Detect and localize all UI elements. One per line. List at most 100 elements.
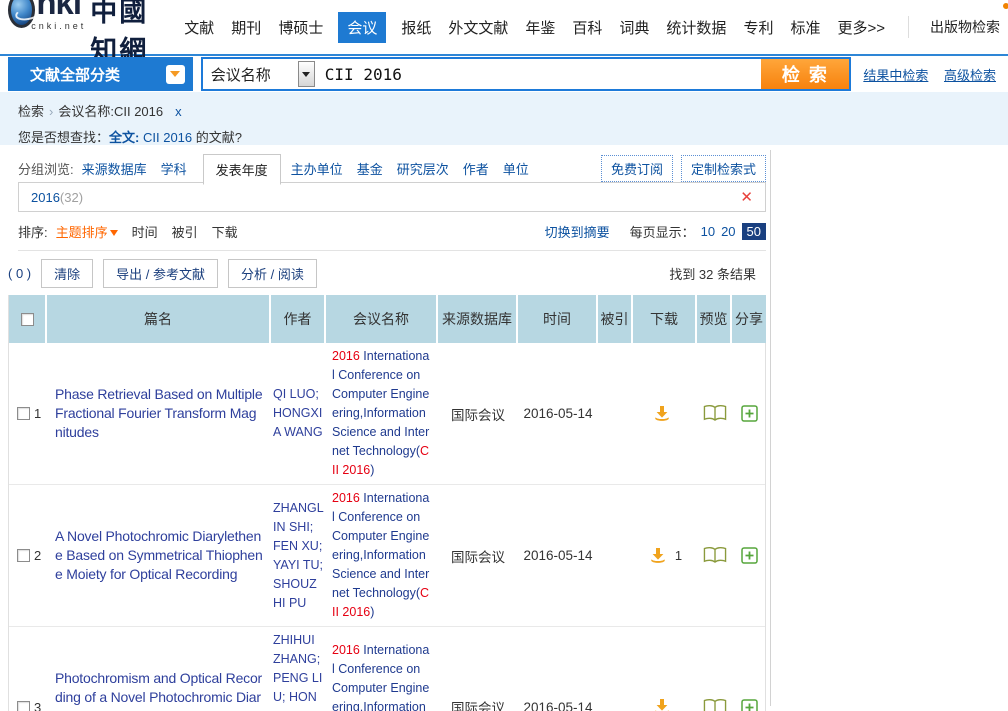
action-row: ( 0 ) 清除 导出 / 参考文献 分析 / 阅读 找到 32 条结果 bbox=[8, 259, 766, 288]
nav-item-baozhi[interactable]: 报纸 bbox=[399, 12, 433, 43]
logo-text: nki bbox=[36, 0, 81, 20]
selected-count: ( 0 ) bbox=[8, 266, 31, 281]
share-plus-icon[interactable] bbox=[741, 547, 758, 564]
custom-search-expression-button[interactable]: 定制检索式 bbox=[681, 155, 766, 182]
col-header-share[interactable]: 分享 bbox=[732, 295, 766, 343]
clear-selection-button[interactable]: 清除 bbox=[41, 259, 93, 288]
nav-item-baike[interactable]: 百科 bbox=[570, 12, 604, 43]
group-year-active-tab[interactable]: 发表年度 bbox=[203, 154, 281, 185]
share-plus-icon[interactable] bbox=[741, 405, 758, 422]
download-icon[interactable] bbox=[648, 546, 668, 566]
group-source-db[interactable]: 来源数据库 bbox=[82, 159, 147, 178]
select-all-checkbox[interactable] bbox=[21, 313, 34, 326]
result-count: 找到 32 条结果 bbox=[669, 264, 766, 283]
source-db: 国际会议 bbox=[438, 627, 518, 711]
publication-search-link[interactable]: 出版物检索 bbox=[930, 17, 1000, 37]
sort-desc-arrow-icon bbox=[110, 230, 118, 236]
switch-to-abstract-link[interactable]: 切换到摘要 bbox=[545, 222, 610, 241]
group-unit[interactable]: 单位 bbox=[503, 159, 529, 178]
category-dropdown-button[interactable]: 文献全部分类 bbox=[8, 57, 193, 91]
authors-link[interactable]: QI LUO; HONGXIA WANG bbox=[273, 385, 324, 442]
search-in-results-link[interactable]: 结果中检索 bbox=[863, 68, 928, 83]
authors-link[interactable]: ZHANGLIN SHI; FEN XU; YAYI TU; SHOUZHI P… bbox=[273, 499, 324, 613]
nav-item-qikan[interactable]: 期刊 bbox=[229, 12, 263, 43]
nav-divider bbox=[908, 16, 909, 38]
table-row: 1 Phase Retrieval Based on Multiple Frac… bbox=[9, 343, 765, 485]
nav-item-zhuanli[interactable]: 专利 bbox=[741, 12, 775, 43]
paper-title-link[interactable]: Phase Retrieval Based on Multiple Fracti… bbox=[55, 385, 263, 442]
sort-by-time[interactable]: 时间 bbox=[132, 222, 158, 241]
did-you-mean: 您是否想查找：全文: CII 2016 的文献? bbox=[18, 127, 1008, 146]
search-button[interactable]: 检 索 bbox=[761, 59, 849, 89]
nav-item-huiyi-active[interactable]: 会议 bbox=[338, 12, 386, 43]
col-header-source[interactable]: 来源数据库 bbox=[438, 295, 518, 343]
nav-item-wenxian[interactable]: 文献 bbox=[182, 12, 216, 43]
conference-name-link[interactable]: 2016 International Conference on Compute… bbox=[332, 641, 432, 711]
search-input[interactable] bbox=[317, 59, 762, 89]
group-browse-row: 分组浏览: 来源数据库 学科 发表年度 主办单位 基金 研究层次 作者 单位 免… bbox=[18, 155, 766, 182]
col-header-time[interactable]: 时间 bbox=[518, 295, 598, 343]
group-fund[interactable]: 基金 bbox=[357, 159, 383, 178]
sort-by-download[interactable]: 下载 bbox=[212, 222, 238, 241]
table-row: 2 A Novel Photochromic Diarylethene Base… bbox=[9, 485, 765, 627]
col-header-preview[interactable]: 预览 bbox=[697, 295, 732, 343]
row-checkbox[interactable] bbox=[17, 407, 30, 420]
chevron-down-icon[interactable] bbox=[166, 65, 185, 84]
breadcrumb-remove-link[interactable]: x bbox=[175, 104, 182, 119]
preview-book-icon[interactable] bbox=[702, 404, 728, 423]
share-plus-icon[interactable] bbox=[741, 699, 758, 711]
select-arrow-icon[interactable] bbox=[298, 61, 315, 87]
col-header-cited[interactable]: 被引 bbox=[598, 295, 633, 343]
cited-count bbox=[598, 627, 633, 711]
free-subscribe-button[interactable]: 免费订阅 bbox=[601, 155, 673, 182]
nav-item-more[interactable]: 更多>> bbox=[835, 12, 887, 43]
close-icon[interactable]: ✕ bbox=[740, 188, 753, 206]
sort-by-topic-active[interactable]: 主题排序 bbox=[56, 222, 118, 241]
preview-book-icon[interactable] bbox=[702, 546, 728, 565]
logo-domain: cnki.net bbox=[31, 21, 86, 31]
sort-by-cited[interactable]: 被引 bbox=[172, 222, 198, 241]
primary-nav: 文献 期刊 博硕士 会议 报纸 外文文献 年鉴 百科 词典 统计数据 专利 标准… bbox=[182, 12, 1000, 43]
table-row: 3 Photochromism and Optical Recording of… bbox=[9, 627, 765, 711]
col-header-title[interactable]: 篇名 bbox=[47, 295, 271, 343]
breadcrumb: 检索›会议名称:CII 2016x bbox=[18, 101, 1008, 120]
preview-book-icon[interactable] bbox=[702, 698, 728, 711]
paper-title-link[interactable]: A Novel Photochromic Diarylethene Based … bbox=[55, 527, 263, 584]
group-organizer[interactable]: 主办单位 bbox=[291, 159, 343, 178]
export-references-button[interactable]: 导出 / 参考文献 bbox=[103, 259, 218, 288]
year-filter-link[interactable]: 2016 bbox=[31, 190, 60, 205]
nav-item-tongji[interactable]: 统计数据 bbox=[664, 12, 728, 43]
suggest-fulltext-label[interactable]: 全文: bbox=[109, 130, 139, 145]
advanced-search-link[interactable]: 高级检索 bbox=[944, 68, 996, 83]
sort-by-topic-label: 主题排序 bbox=[56, 222, 108, 241]
conference-name-link[interactable]: 2016 International Conference on Compute… bbox=[332, 347, 432, 480]
authors-link[interactable]: ZHIHUI ZHANG; PENG LIU; HONGLIANG LIU; S… bbox=[273, 631, 324, 711]
row-checkbox[interactable] bbox=[17, 549, 30, 562]
nav-item-boshuoshi[interactable]: 博硕士 bbox=[276, 12, 325, 43]
breadcrumb-root[interactable]: 检索 bbox=[18, 104, 44, 119]
col-header-author[interactable]: 作者 bbox=[271, 295, 326, 343]
col-header-download[interactable]: 下载 bbox=[633, 295, 697, 343]
group-level[interactable]: 研究层次 bbox=[397, 159, 449, 178]
conference-name-link[interactable]: 2016 International Conference on Compute… bbox=[332, 489, 432, 622]
group-author[interactable]: 作者 bbox=[463, 159, 489, 178]
sort-row: 排序: 主题排序 时间 被引 下载 切换到摘要 每页显示： 10 20 50 bbox=[18, 222, 766, 251]
suggest-query-link[interactable]: CII 2016 bbox=[143, 130, 192, 145]
nav-item-biaozhun[interactable]: 标准 bbox=[788, 12, 822, 43]
analyze-read-button[interactable]: 分析 / 阅读 bbox=[228, 259, 317, 288]
paper-title-link[interactable]: Photochromism and Optical Recording of a… bbox=[55, 669, 263, 711]
download-icon[interactable] bbox=[652, 404, 672, 424]
per-page-10[interactable]: 10 bbox=[701, 224, 715, 239]
group-subject[interactable]: 学科 bbox=[161, 159, 187, 178]
per-page-20[interactable]: 20 bbox=[721, 224, 735, 239]
search-field-select[interactable]: 会议名称 bbox=[203, 59, 317, 89]
nav-item-waiwen[interactable]: 外文文献 bbox=[446, 12, 510, 43]
source-db: 国际会议 bbox=[438, 485, 518, 626]
row-checkbox[interactable] bbox=[17, 701, 30, 711]
per-page-50-active[interactable]: 50 bbox=[742, 223, 766, 240]
col-header-conference[interactable]: 会议名称 bbox=[326, 295, 438, 343]
search-box: 会议名称 检 索 bbox=[201, 57, 852, 91]
download-icon[interactable] bbox=[652, 697, 672, 711]
nav-item-nianjian[interactable]: 年鉴 bbox=[523, 12, 557, 43]
nav-item-cidian[interactable]: 词典 bbox=[617, 12, 651, 43]
